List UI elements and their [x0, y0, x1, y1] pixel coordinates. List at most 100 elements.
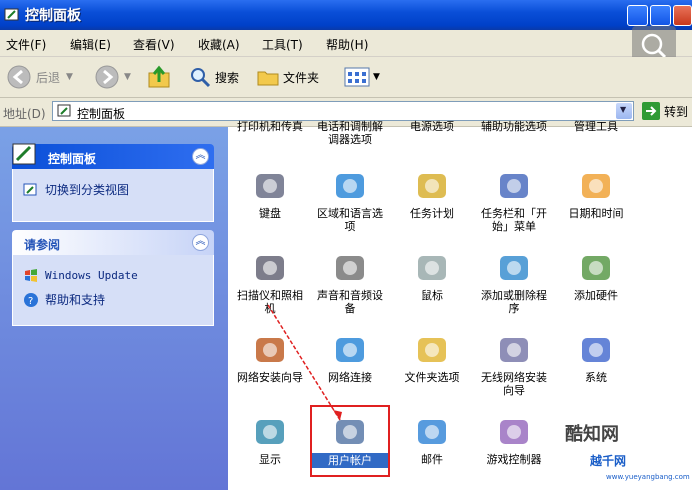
item-label: 系统 [585, 371, 607, 384]
item-label: 游戏控制器 [486, 453, 542, 466]
item-label: 任务计划 [410, 207, 454, 220]
menu-file[interactable]: 文件(F) [6, 36, 46, 53]
windows-update-icon [25, 269, 37, 282]
item-label: 辅助功能选项 [481, 120, 547, 133]
control-panel-icon [4, 8, 19, 21]
item-label: 电话和调制解调器选项 [317, 120, 383, 146]
gamepad-icon [496, 414, 532, 450]
windows-update-link[interactable]: Windows Update [23, 267, 138, 283]
category-view-icon [23, 183, 37, 195]
search-icon [191, 68, 211, 88]
add-remove-icon [496, 250, 532, 286]
control-panel-item[interactable]: 邮件 [394, 414, 470, 466]
address-dropdown-button[interactable]: ▼ [616, 103, 632, 119]
control-panel-panel: 控制面板 ︽ 切换到分类视图 [12, 143, 214, 222]
taskbar-icon [496, 168, 532, 204]
address-input[interactable]: 控制面板 ▼ [52, 101, 634, 121]
item-label: 无线网络安装向导 [481, 371, 547, 397]
control-panel-item[interactable]: 打印机和传真 [232, 120, 308, 133]
control-panel-item[interactable]: 电源选项 [394, 120, 470, 133]
item-label: 键盘 [259, 207, 281, 220]
control-panel-item[interactable]: 扫描仪和照相机 [232, 250, 308, 315]
item-label: 管理工具 [574, 120, 618, 133]
system-icon [578, 332, 614, 368]
folders-button[interactable]: 文件夹 [256, 63, 319, 91]
control-panel-item[interactable]: 任务栏和「开始」菜单 [476, 168, 552, 233]
control-panel-item[interactable]: 网络连接 [312, 332, 388, 384]
panel-header[interactable]: 请参阅 ︽ [12, 230, 214, 255]
item-label: 区域和语言选项 [317, 207, 383, 233]
folder-options-icon [414, 332, 450, 368]
control-panel-item[interactable]: 日期和时间 [558, 168, 634, 220]
switch-category-view-label: 切换到分类视图 [45, 183, 130, 197]
control-panel-item[interactable]: 辅助功能选项 [476, 120, 552, 133]
menu-edit[interactable]: 编辑(E) [70, 36, 111, 53]
item-label: 添加硬件 [574, 289, 618, 302]
up-folder-button[interactable] [146, 63, 172, 91]
item-label: 打印机和传真 [237, 120, 303, 133]
control-panel-item[interactable]: 文件夹选项 [394, 332, 470, 384]
menu-bar: 文件(F) 编辑(E) 查看(V) 收藏(A) 工具(T) 帮助(H) [0, 30, 692, 57]
chevron-down-icon: ▼ [620, 105, 627, 114]
control-panel-item[interactable]: 管理工具 [558, 120, 634, 133]
control-panel-item[interactable]: 声音和音频设备 [312, 250, 388, 315]
address-label: 地址(D) [3, 107, 46, 121]
maximize-button[interactable] [650, 5, 671, 26]
go-button[interactable]: 转到 [642, 102, 688, 120]
chevron-down-icon: ▼ [66, 72, 73, 82]
item-label: 网络安装向导 [237, 371, 303, 384]
clock-icon [578, 168, 614, 204]
minimize-button[interactable] [627, 5, 648, 26]
panel-body: Windows Update ? 帮助和支持 [12, 255, 214, 326]
control-panel-icon [12, 143, 36, 165]
control-panel-item[interactable]: 系统 [558, 332, 634, 384]
scanner-icon [252, 250, 288, 286]
control-panel-item[interactable]: 添加或删除程序 [476, 250, 552, 315]
item-label: 邮件 [421, 453, 443, 466]
control-panel-item[interactable]: 网络安装向导 [232, 332, 308, 384]
back-arrow-icon [7, 65, 31, 89]
collapse-icon[interactable]: ︽ [192, 234, 209, 251]
display-icon [252, 414, 288, 450]
folder-icon [257, 71, 279, 86]
item-label: 网络连接 [328, 371, 372, 384]
control-panel-item[interactable]: 添加硬件 [558, 250, 634, 302]
watermark-name: 酷知网 [565, 424, 619, 445]
menu-tools[interactable]: 工具(T) [262, 36, 303, 53]
back-label: 后退 [36, 70, 61, 85]
control-panel-item[interactable]: 无线网络安装向导 [476, 332, 552, 397]
panel-header[interactable]: 控制面板 ︽ [12, 143, 214, 169]
item-label: 鼠标 [421, 289, 443, 302]
watermark-site: 越千网 [590, 454, 627, 468]
views-button[interactable]: ▼ [344, 63, 380, 91]
close-button[interactable] [673, 5, 692, 26]
wireless-icon [496, 332, 532, 368]
highlight-box [310, 405, 390, 477]
mail-icon [414, 414, 450, 450]
control-panel-item[interactable]: 鼠标 [394, 250, 470, 302]
switch-category-view-link[interactable]: 切换到分类视图 [23, 181, 129, 198]
menu-view[interactable]: 查看(V) [133, 36, 175, 53]
control-panel-item[interactable]: 显示 [232, 414, 308, 466]
folders-label: 文件夹 [283, 70, 320, 85]
windows-update-label: Windows Update [45, 268, 138, 282]
go-arrow-icon [642, 102, 660, 120]
control-panel-item[interactable]: 区域和语言选项 [312, 168, 388, 233]
control-panel-item[interactable]: 任务计划 [394, 168, 470, 220]
menu-favorites[interactable]: 收藏(A) [198, 36, 240, 53]
network-icon [332, 332, 368, 368]
chevron-down-icon: ▼ [373, 72, 380, 82]
menu-help[interactable]: 帮助(H) [326, 36, 368, 53]
help-support-link[interactable]: ? 帮助和支持 [23, 291, 105, 308]
search-button[interactable]: 搜索 [188, 63, 239, 91]
views-icon [344, 67, 370, 87]
toolbar: 后退 ▼ ▼ 搜索 文件夹 ▼ [0, 57, 692, 98]
mouse-icon [414, 250, 450, 286]
item-label: 日期和时间 [568, 207, 624, 220]
control-panel-item[interactable]: 游戏控制器 [476, 414, 552, 466]
back-button[interactable]: 后退 ▼ [6, 63, 73, 91]
forward-button[interactable]: ▼ [94, 63, 131, 91]
collapse-icon[interactable]: ︽ [192, 148, 209, 165]
control-panel-item[interactable]: 电话和调制解调器选项 [312, 120, 388, 146]
control-panel-item[interactable]: 键盘 [232, 168, 308, 220]
